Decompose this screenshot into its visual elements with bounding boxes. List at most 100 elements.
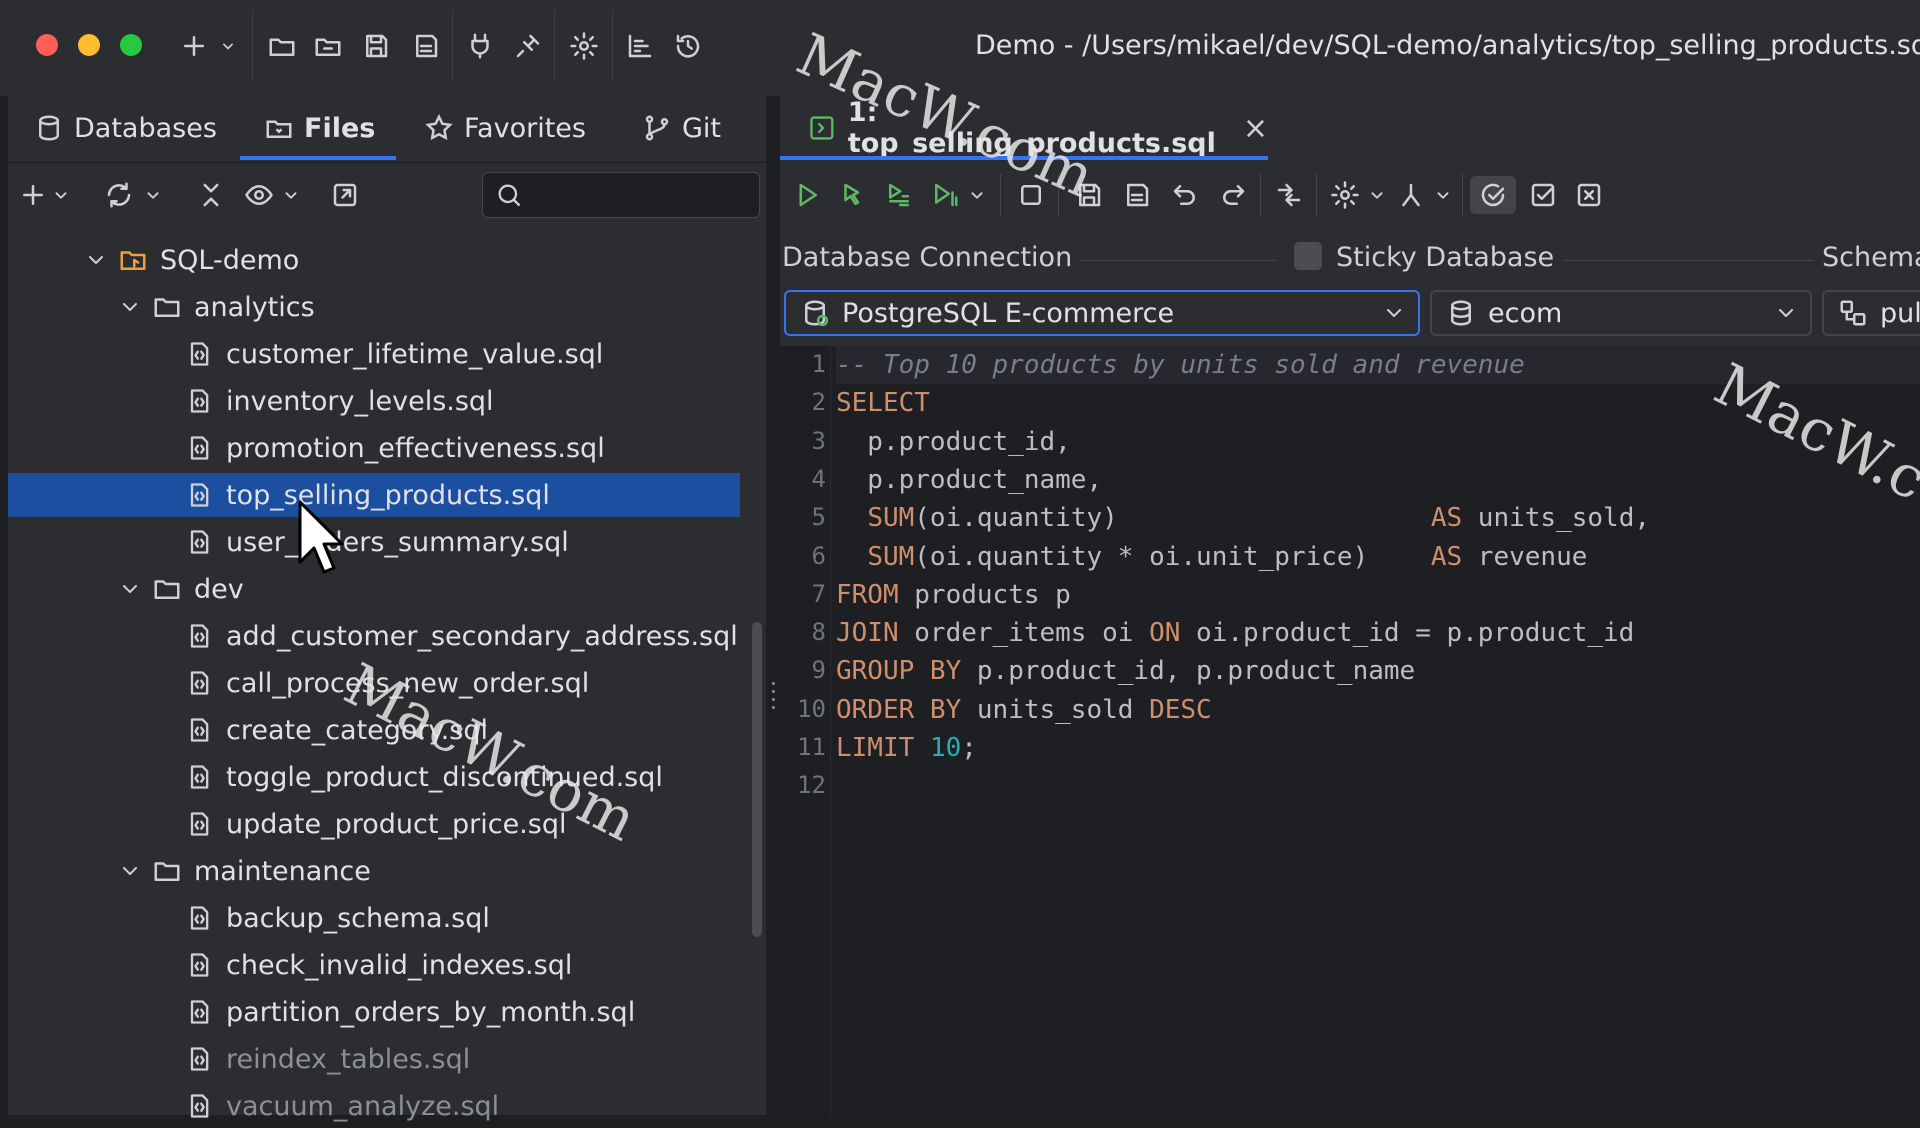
tree-scrollbar[interactable]	[752, 622, 762, 937]
folder-item[interactable]: dev	[8, 567, 740, 611]
code-line[interactable]: p.product_id,	[836, 423, 1920, 461]
sql-file-icon	[184, 950, 214, 980]
file-item[interactable]: backup_schema.sql	[8, 896, 740, 940]
save-all-icon[interactable]	[1118, 176, 1156, 214]
search-input[interactable]	[529, 179, 753, 211]
tab-favorites[interactable]: Favorites	[424, 96, 586, 160]
refresh-icon[interactable]	[100, 176, 138, 214]
settings-icon[interactable]	[566, 28, 602, 64]
close-window-button[interactable]	[36, 34, 58, 56]
connection-select[interactable]: PostgreSQL E-commerce	[784, 290, 1420, 336]
save-all-icon[interactable]	[408, 28, 444, 64]
file-item[interactable]: reindex_tables.sql	[8, 1037, 740, 1081]
chevron-down-icon[interactable]	[218, 28, 238, 64]
editor-tab-top-selling-products[interactable]: 1: top_selling_products.sql ×	[780, 96, 1268, 160]
chevron-down-icon[interactable]	[116, 575, 144, 603]
search-field[interactable]	[482, 172, 760, 218]
code-line[interactable]: FROM products p	[836, 576, 1920, 614]
structure-icon[interactable]	[622, 28, 658, 64]
folder-item[interactable]: maintenance	[8, 849, 740, 893]
stop-icon[interactable]	[1012, 176, 1050, 214]
eye-icon[interactable]	[240, 176, 278, 214]
code-line[interactable]: LIMIT 10;	[836, 729, 1920, 767]
code-line[interactable]: -- Top 10 products by units sold and rev…	[836, 346, 1920, 384]
undo-sql-icon[interactable]	[1166, 176, 1204, 214]
file-item[interactable]: check_invalid_indexes.sql	[8, 943, 740, 987]
chevron-down-icon[interactable]	[116, 857, 144, 885]
commit-icon[interactable]	[1392, 176, 1430, 214]
disconnect-icon[interactable]	[510, 28, 546, 64]
postgres-connection-icon	[805, 300, 829, 327]
file-item[interactable]: partition_orders_by_month.sql	[8, 990, 740, 1034]
open-project-icon[interactable]	[310, 28, 346, 64]
file-item[interactable]: add_customer_secondary_address.sql	[8, 614, 740, 658]
file-item[interactable]: customer_lifetime_value.sql	[8, 332, 740, 376]
open-folder-icon[interactable]	[264, 28, 300, 64]
file-item[interactable]: call_process_new_order.sql	[8, 661, 740, 705]
run-icon[interactable]	[788, 176, 826, 214]
file-item[interactable]: user_orders_summary.sql	[8, 520, 740, 564]
history-icon[interactable]	[670, 28, 706, 64]
project-item[interactable]: SQL-demo	[8, 238, 740, 282]
tab-databases[interactable]: Databases	[34, 96, 217, 160]
minimize-window-button[interactable]	[78, 34, 100, 56]
connect-icon[interactable]	[462, 28, 498, 64]
code-line[interactable]: SELECT	[836, 384, 1920, 422]
save-icon[interactable]	[358, 28, 394, 64]
file-item[interactable]: vacuum_analyze.sql	[8, 1084, 740, 1128]
schema-select[interactable]: pul	[1822, 290, 1920, 336]
folder-item[interactable]: analytics	[8, 285, 740, 329]
add-icon[interactable]	[14, 176, 52, 214]
sql-editor[interactable]: 1 -- Top 10 products by units sold and re…	[780, 346, 1920, 1115]
code-line[interactable]: p.product_name,	[836, 461, 1920, 499]
code-line[interactable]: SUM(oi.quantity) AS units_sold,	[836, 499, 1920, 537]
chevron-down-icon[interactable]	[1432, 176, 1454, 214]
run-selection-icon[interactable]	[834, 176, 872, 214]
file-item[interactable]: inventory_levels.sql	[8, 379, 740, 423]
chevron-down-icon[interactable]	[1366, 176, 1388, 214]
add-icon[interactable]	[176, 28, 212, 64]
chevron-down-icon[interactable]	[82, 246, 110, 274]
code-line[interactable]: JOIN order_items oi ON oi.product_id = p…	[836, 614, 1920, 652]
explain-plan-icon[interactable]	[926, 176, 964, 214]
sticky-database-checkbox[interactable]	[1294, 242, 1322, 270]
run-script-icon[interactable]	[880, 176, 918, 214]
rollback-icon[interactable]	[1570, 176, 1608, 214]
collapse-all-icon[interactable]	[192, 176, 230, 214]
chevron-down-icon[interactable]	[50, 176, 72, 214]
database-select[interactable]: ecom	[1430, 290, 1812, 336]
maximize-window-button[interactable]	[120, 34, 142, 56]
chevron-down-icon[interactable]	[280, 176, 302, 214]
auto-commit-icon[interactable]	[1470, 176, 1516, 214]
chevron-down-icon[interactable]	[966, 176, 988, 214]
line-number: 7	[811, 579, 826, 608]
splitter-grip-icon[interactable]	[772, 682, 775, 718]
file-item[interactable]: top_selling_products.sql	[8, 473, 740, 517]
chevron-down-icon[interactable]	[116, 293, 144, 321]
tree-item-label: partition_orders_by_month.sql	[226, 996, 636, 1028]
tab-files[interactable]: Files	[264, 96, 375, 160]
open-in-icon[interactable]	[326, 176, 364, 214]
schema-value: pul	[1880, 297, 1920, 329]
code-line[interactable]: SUM(oi.quantity * oi.unit_price) AS reve…	[836, 538, 1920, 576]
commit-check-icon[interactable]	[1524, 176, 1562, 214]
line-number: 8	[811, 618, 826, 647]
code-line[interactable]	[836, 767, 1920, 805]
settings-icon[interactable]	[1326, 176, 1364, 214]
file-item[interactable]: promotion_effectiveness.sql	[8, 426, 740, 470]
close-tab-icon[interactable]: ×	[1243, 111, 1268, 146]
code-line[interactable]: ORDER BY units_sold DESC	[836, 691, 1920, 729]
transaction-icon[interactable]	[1270, 176, 1308, 214]
file-item[interactable]: update_product_price.sql	[8, 802, 740, 846]
tree-item-label: create_category.sql	[226, 714, 488, 746]
panel-splitter[interactable]	[766, 96, 780, 1115]
save-icon[interactable]	[1070, 176, 1108, 214]
redo-sql-icon[interactable]	[1214, 176, 1252, 214]
file-item[interactable]: create_category.sql	[8, 708, 740, 752]
sql-file-icon	[184, 621, 214, 651]
chevron-down-icon[interactable]	[142, 176, 164, 214]
line-number: 6	[811, 541, 826, 570]
file-item[interactable]: toggle_product_discontinued.sql	[8, 755, 740, 799]
tab-git[interactable]: Git	[642, 96, 721, 160]
code-line[interactable]: GROUP BY p.product_id, p.product_name	[836, 652, 1920, 690]
